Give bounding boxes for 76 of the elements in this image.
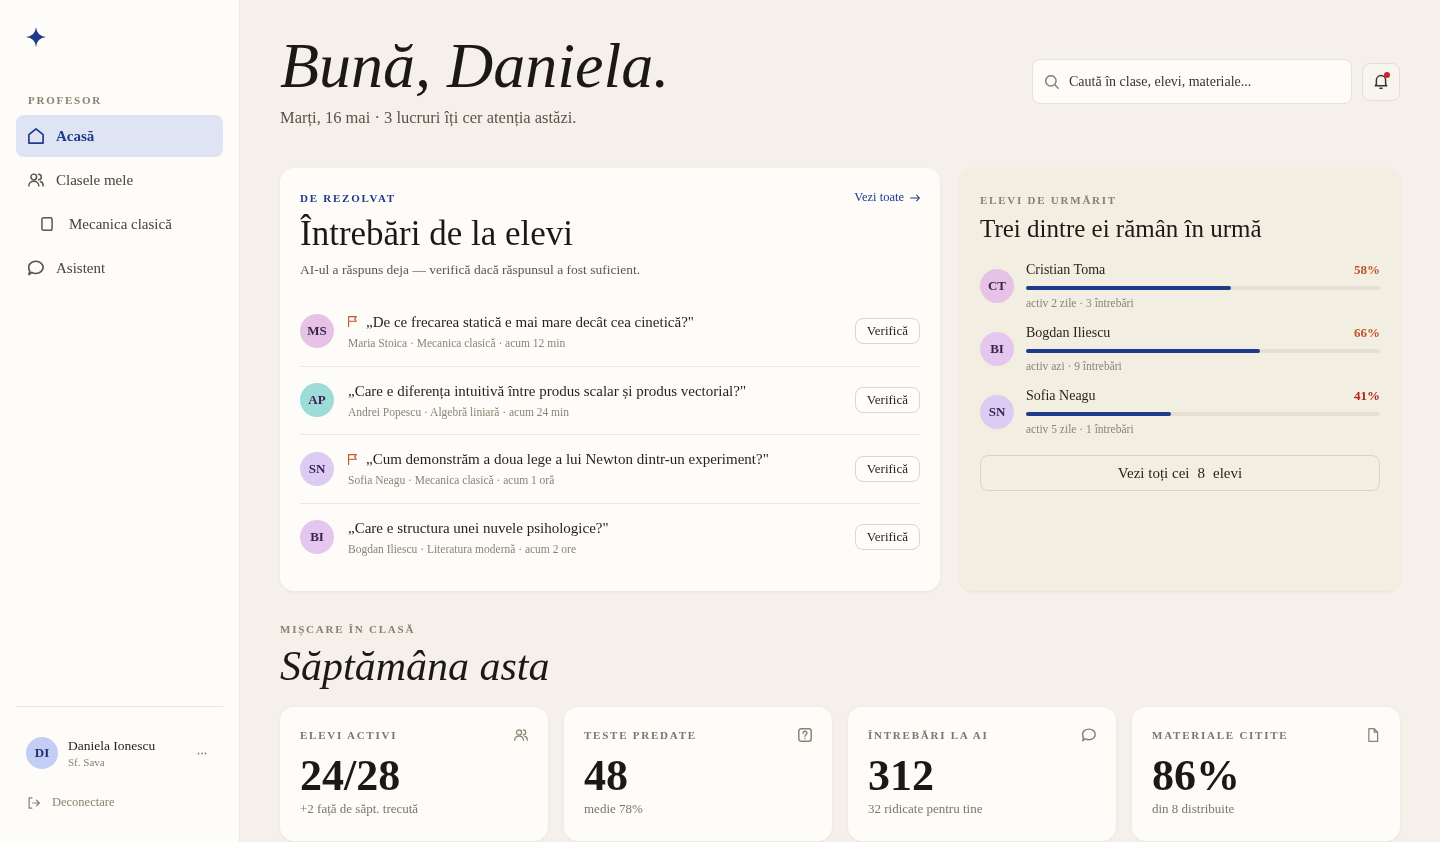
square-icon <box>41 217 53 231</box>
student-meta: activ 5 zile · 1 întrebări <box>1026 422 1134 436</box>
search-icon <box>1045 74 1059 89</box>
student-score: 58% <box>1354 262 1380 278</box>
avatar: CT <box>980 268 1014 303</box>
home-icon <box>28 128 44 144</box>
stat-label: MATERIALE CITITE <box>1152 729 1289 741</box>
student-score: 66% <box>1354 325 1380 341</box>
users-icon <box>28 172 44 188</box>
student-meta: activ 2 zile · 3 întrebări <box>1026 296 1134 310</box>
avatar: SN <box>300 451 334 486</box>
verify-button[interactable]: Verifică <box>854 524 920 551</box>
chat-icon <box>28 260 44 276</box>
question-meta: Bogdan Iliescu · Literatura modernă · acum 2 ore <box>348 541 576 556</box>
student-score: 41% <box>1354 388 1380 404</box>
nav-item[interactable]: Mecanica clasică <box>16 203 223 245</box>
stat-label: TESTE PREDATE <box>584 729 697 741</box>
avatar: MS <box>300 314 334 349</box>
card-title: Întrebări de la elevi <box>300 213 574 255</box>
stat-value: 24/28 <box>300 752 401 800</box>
view-all-students-button[interactable]: Vezi toți cei 8 elevi <box>980 455 1380 491</box>
greeting-title: Bună, Daniela. <box>280 30 670 102</box>
student-name: Cristian Toma <box>1026 262 1106 278</box>
avatar: AP <box>300 383 334 418</box>
nav-item[interactable]: Acasă <box>16 115 223 157</box>
view-all-link[interactable]: Vezi toate <box>854 190 920 205</box>
section-eyebrow: MIȘCARE ÎN CLASĂ <box>280 623 416 635</box>
stat-label: ÎNTREBĂRI LA AI <box>868 729 989 741</box>
section-title: Săptămâna asta <box>280 643 550 689</box>
verify-button[interactable]: Verifică <box>854 455 920 482</box>
student-name: Sofia Neagu <box>1026 388 1096 404</box>
user-avatar: DI <box>26 737 58 769</box>
question-text: „De ce frecarea statică e mai mare decât cea cinetică?" <box>366 312 694 331</box>
stat-note: +2 față de săpt. trecută <box>300 800 419 818</box>
bell-icon <box>1374 74 1388 89</box>
question-meta: Andrei Popescu · Algebră liniară · acum 24 min <box>348 404 569 419</box>
notifications-button[interactable] <box>1362 62 1400 101</box>
stat-label: ELEVI ACTIVI <box>300 729 398 741</box>
users-icon <box>514 728 528 742</box>
stat-value: 86% <box>1152 752 1240 800</box>
stat-value: 312 <box>868 752 934 800</box>
avatar: BI <box>980 331 1014 366</box>
greeting-subtitle: Marți, 16 mai · 3 lucruri îți cer atenția astăzi. <box>280 107 577 129</box>
student-name: Bogdan Iliescu <box>1026 325 1111 341</box>
question-icon <box>798 728 812 742</box>
stat-note: din 8 distribuite <box>1152 800 1235 818</box>
section-label: PROFESOR <box>28 94 102 106</box>
verify-button[interactable]: Verifică <box>854 387 920 414</box>
document-icon <box>1366 728 1380 742</box>
logout-icon <box>28 796 40 809</box>
student-meta: activ azi · 9 întrebări <box>1026 359 1122 373</box>
arrow-right-icon <box>910 192 920 203</box>
stat-note: medie 78% <box>584 800 643 818</box>
search-field[interactable]: Caută în clase, elevi, materiale... <box>1032 59 1352 104</box>
verify-button[interactable]: Verifică <box>854 318 920 345</box>
sparkle-icon <box>26 27 46 47</box>
logout-button[interactable]: Deconectare <box>26 795 117 810</box>
question-meta: Sofia Neagu · Mecanica clasică · acum 1 oră <box>348 473 555 488</box>
more-icon[interactable] <box>197 751 207 755</box>
chat-icon <box>1082 728 1096 742</box>
stat-value: 48 <box>584 752 628 800</box>
card-subtitle: AI-ul a răspuns deja — verifică dacă răspunsul a fost suficient. <box>300 261 640 279</box>
card-eyebrow: ELEVI DE URMĂRIT <box>980 193 1117 207</box>
question-text: „Care e structura unei nuvele psihologice?" <box>348 518 609 537</box>
nav-item[interactable]: Asistent <box>16 247 223 289</box>
avatar: SN <box>980 394 1014 429</box>
question-meta: Maria Stoica · Mecanica clasică · acum 12 min <box>348 335 566 350</box>
card-title: Trei dintre ei rămân în urmă <box>980 214 1262 244</box>
user-school: Sf. Sava <box>68 756 105 768</box>
card-eyebrow: DE REZOLVAT <box>300 190 396 205</box>
nav-item[interactable]: Clasele mele <box>16 159 223 201</box>
avatar: BI <box>300 520 334 555</box>
stat-note: 32 ridicate pentru tine <box>868 800 983 818</box>
user-name: Daniela Ionescu <box>68 738 156 754</box>
question-text: „Cum demonstrăm a doua lege a lui Newton dintr-un experiment?" <box>366 450 769 469</box>
question-text: „Care e diferența intuitivă între produs scalar și produs vectorial?" <box>348 381 747 400</box>
